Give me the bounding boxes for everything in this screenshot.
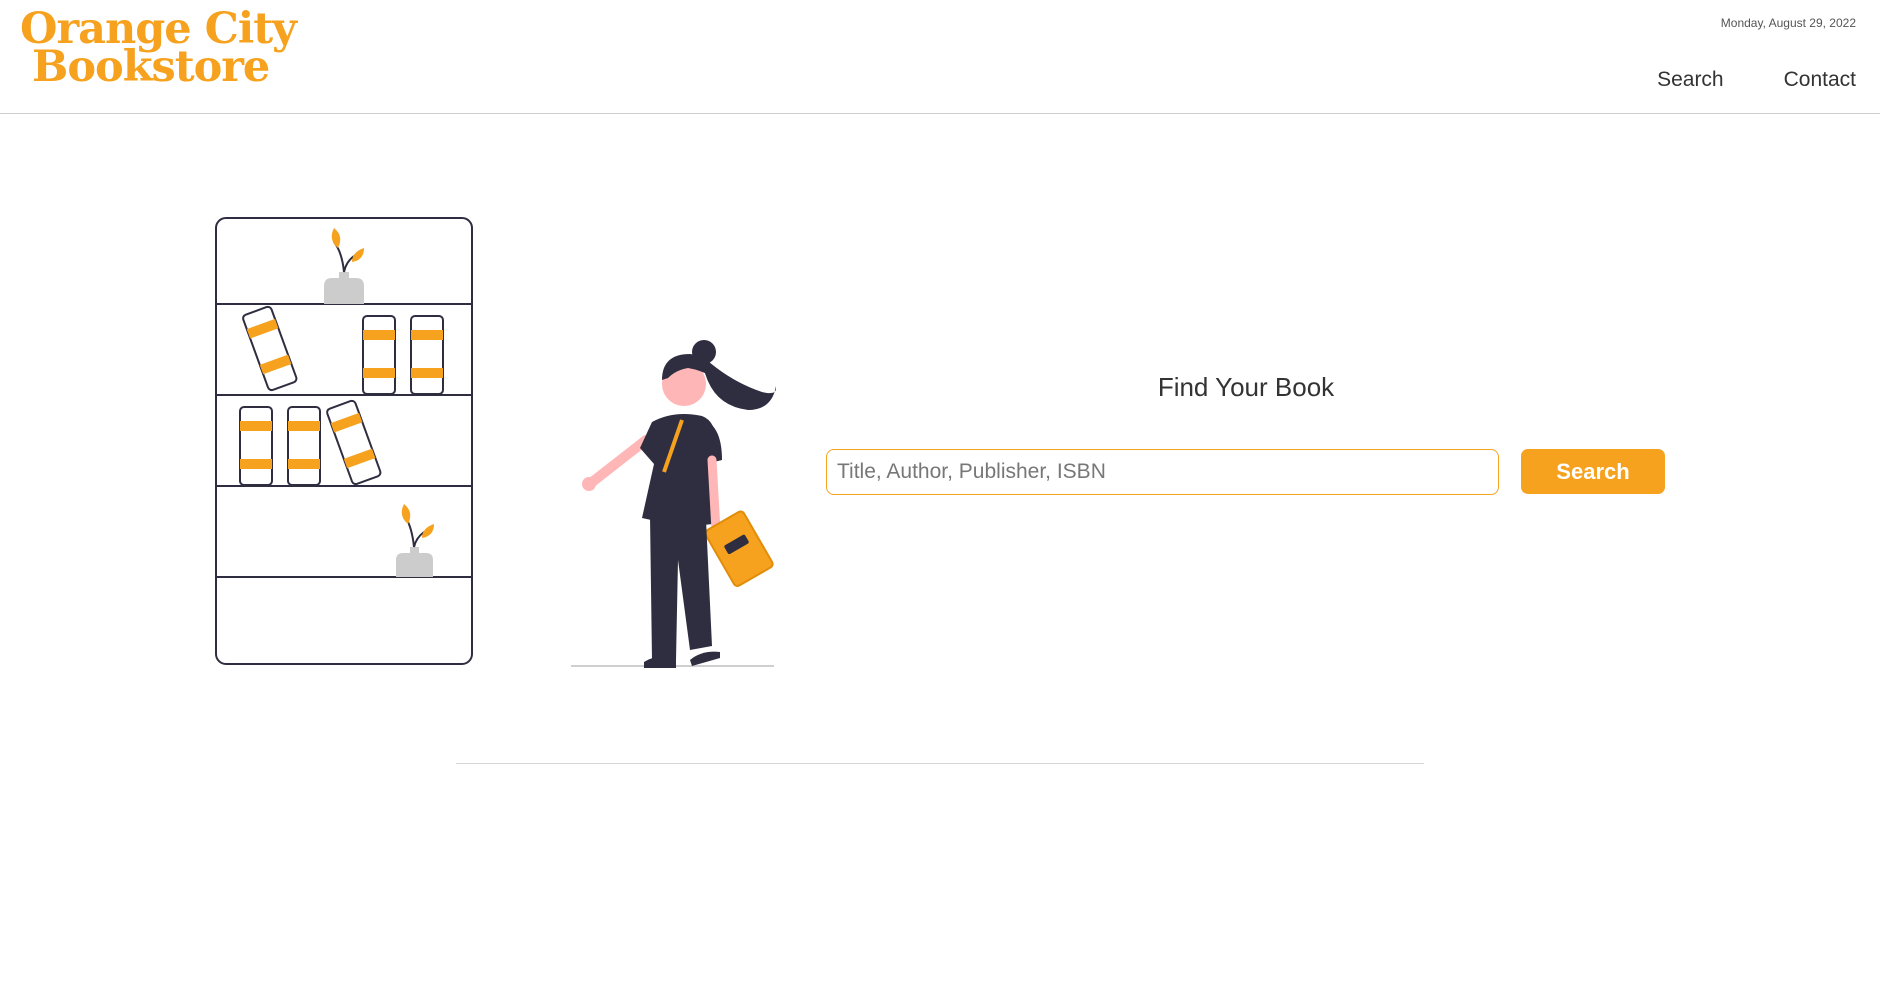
main-nav: Search Contact [1657,68,1856,92]
woman-figure [571,340,777,668]
plant-bottom [396,504,434,577]
bookshelf-illustration [206,210,777,675]
search-input[interactable] [826,449,1499,495]
nav-contact-link[interactable]: Contact [1784,68,1856,92]
plant-top [324,228,364,304]
search-button[interactable]: Search [1521,449,1665,494]
books-shelf-1 [242,305,444,395]
site-header: Orange City Bookstore Monday, August 29,… [0,0,1880,114]
nav-search-link[interactable]: Search [1657,68,1724,92]
current-date: Monday, August 29, 2022 [1720,16,1856,30]
site-logo[interactable]: Orange City Bookstore [20,8,297,92]
page-title: Find Your Book [1157,372,1335,402]
books-shelf-2 [239,399,382,486]
content-divider [456,763,1424,764]
logo-line-2: Bookstore [32,42,270,92]
